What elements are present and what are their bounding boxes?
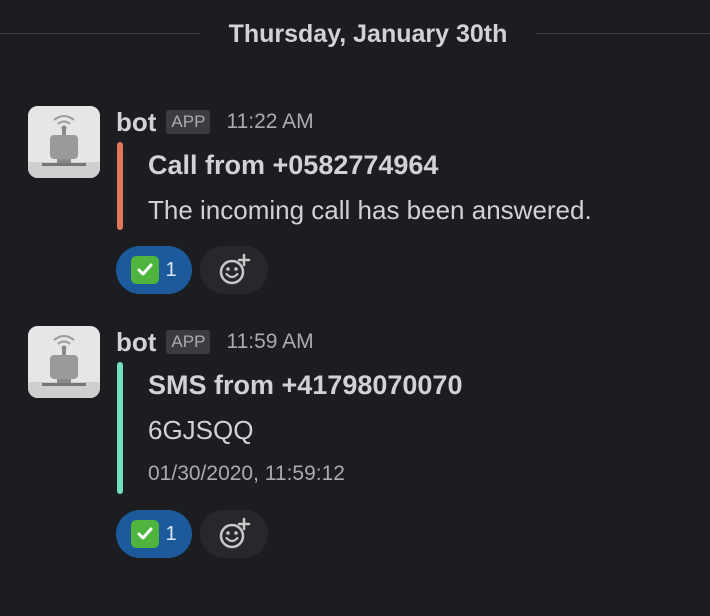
attachment-accent-bar bbox=[117, 362, 123, 494]
add-emoji-icon bbox=[219, 517, 251, 549]
reaction-pill[interactable]: 1 bbox=[116, 246, 192, 294]
attachment-title: SMS from +41798070070 bbox=[148, 370, 463, 400]
reaction-pill[interactable]: 1 bbox=[116, 510, 192, 558]
sender-name[interactable]: bot bbox=[116, 107, 156, 138]
app-badge: APP bbox=[166, 110, 211, 134]
reaction-count: 1 bbox=[165, 258, 177, 281]
avatar[interactable] bbox=[28, 326, 100, 398]
robot-icon bbox=[28, 326, 100, 398]
reaction-count: 1 bbox=[165, 522, 177, 545]
avatar[interactable] bbox=[28, 106, 100, 178]
white-check-mark-icon bbox=[131, 520, 160, 548]
white-check-mark-icon bbox=[131, 256, 160, 284]
divider-line-right bbox=[536, 33, 710, 34]
robot-icon bbox=[28, 106, 100, 178]
add-reaction-button[interactable] bbox=[200, 246, 268, 294]
add-emoji-icon bbox=[219, 253, 251, 285]
attachment-footer: 01/30/2020, 11:59:12 bbox=[148, 462, 345, 485]
attachment-text: The incoming call has been answered. bbox=[148, 195, 592, 225]
add-reaction-button[interactable] bbox=[200, 510, 268, 558]
message-timestamp[interactable]: 11:59 AM bbox=[226, 330, 313, 354]
date-divider-label[interactable]: Thursday, January 30th bbox=[200, 18, 536, 50]
message-pane: Thursday, January 30th bot APP 11:22 AM … bbox=[0, 0, 710, 616]
attachment-title: Call from +0582774964 bbox=[148, 150, 439, 180]
attachment-accent-bar bbox=[117, 142, 123, 230]
attachment-text: 6GJSQQ bbox=[148, 415, 254, 445]
sender-name[interactable]: bot bbox=[116, 327, 156, 358]
message-header: bot APP 11:22 AM bbox=[116, 106, 314, 138]
message-header: bot APP 11:59 AM bbox=[116, 326, 314, 358]
app-badge: APP bbox=[166, 330, 211, 354]
divider-line-left bbox=[0, 33, 200, 34]
message-timestamp[interactable]: 11:22 AM bbox=[226, 110, 313, 134]
